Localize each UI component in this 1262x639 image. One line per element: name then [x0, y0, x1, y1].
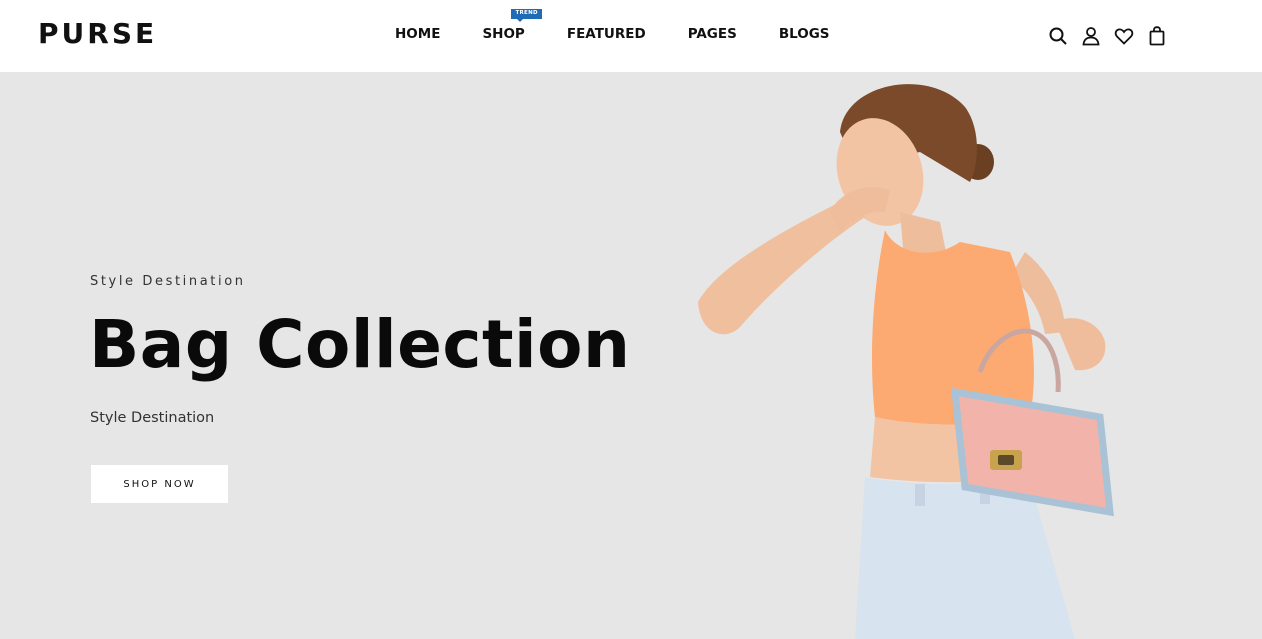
site-header: PURSE HOME SHOP TREND FEATURED PAGES BLO… [0, 0, 1262, 72]
heart-icon[interactable] [1114, 26, 1134, 46]
hero-eyebrow: Style Destination [90, 274, 246, 289]
cart-icon[interactable] [1147, 26, 1167, 46]
nav-pages[interactable]: PAGES [688, 26, 737, 42]
nav-shop[interactable]: SHOP TREND [482, 9, 542, 42]
site-logo[interactable]: PURSE [38, 17, 157, 50]
hero-title: Bag Collection [89, 306, 631, 383]
header-icons [1048, 26, 1180, 46]
main-nav: HOME SHOP TREND FEATURED PAGES BLOGS [395, 9, 830, 42]
nav-blogs[interactable]: BLOGS [779, 26, 830, 42]
nav-featured[interactable]: FEATURED [567, 26, 646, 42]
nav-shop-label: SHOP [482, 26, 525, 42]
trend-badge: TREND [511, 9, 542, 21]
hero-banner: Style Destination Bag Collection Style D… [0, 72, 1262, 639]
user-icon[interactable] [1081, 26, 1101, 46]
nav-home[interactable]: HOME [395, 26, 440, 42]
shop-now-button[interactable]: SHOP NOW [91, 465, 228, 503]
hero-model-image [698, 84, 1114, 639]
hero-subtitle: Style Destination [90, 410, 215, 426]
search-icon[interactable] [1048, 26, 1068, 46]
